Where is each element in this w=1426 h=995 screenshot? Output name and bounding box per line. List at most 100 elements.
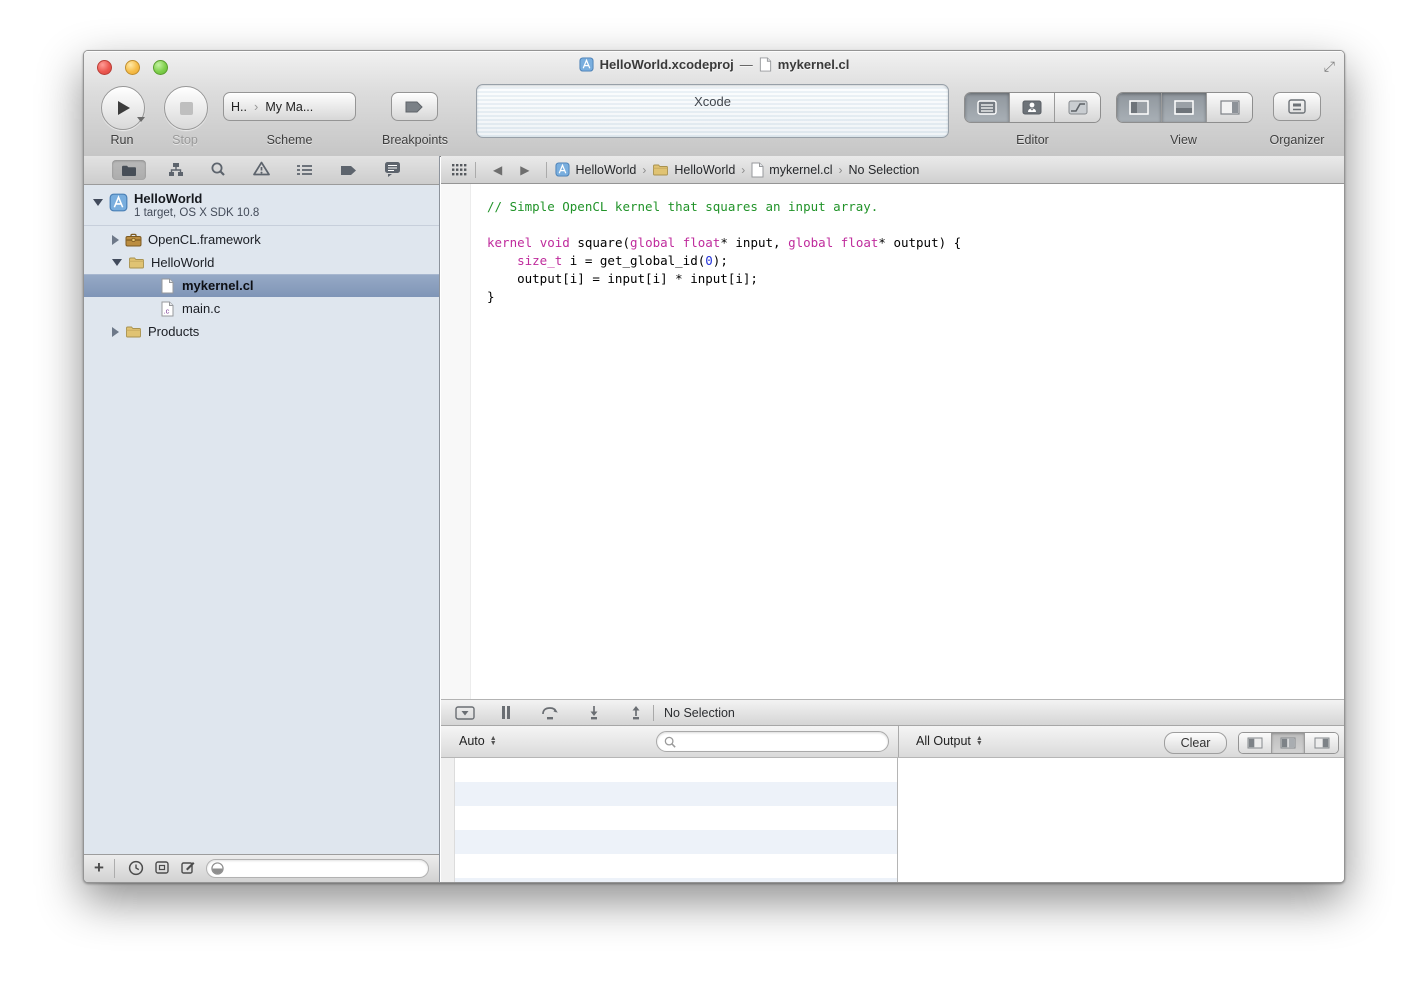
breadcrumb-label: No Selection bbox=[849, 163, 920, 177]
c-file-icon: .c bbox=[158, 301, 176, 317]
clear-console-button[interactable]: Clear bbox=[1164, 732, 1227, 754]
assistant-editor-button[interactable] bbox=[1010, 93, 1055, 122]
svg-text:.c: .c bbox=[163, 306, 169, 315]
console-view[interactable] bbox=[898, 758, 1344, 882]
standard-editor-button[interactable] bbox=[965, 93, 1010, 122]
variables-only-button[interactable] bbox=[1239, 733, 1272, 753]
breakpoint-gutter[interactable] bbox=[441, 184, 471, 699]
disclosure-triangle[interactable] bbox=[112, 327, 119, 337]
breakpoints-button[interactable] bbox=[391, 92, 438, 121]
split-view-button[interactable] bbox=[1272, 733, 1305, 753]
toggle-utilities-button[interactable] bbox=[1207, 93, 1252, 122]
scm-status-icon[interactable] bbox=[154, 860, 170, 875]
tree-item-main-c[interactable]: .cmain.c bbox=[84, 297, 439, 320]
add-icon[interactable]: + bbox=[94, 858, 104, 878]
project-icon bbox=[555, 162, 570, 177]
navigator-filter-field[interactable] bbox=[206, 859, 429, 878]
debug-navigator-tab[interactable] bbox=[296, 163, 313, 181]
breadcrumb-item[interactable]: HelloWorld bbox=[652, 163, 735, 177]
version-editor-button[interactable] bbox=[1055, 93, 1100, 122]
file-icon bbox=[751, 162, 764, 178]
debug-no-selection: No Selection bbox=[664, 706, 735, 720]
pause-button[interactable] bbox=[501, 706, 511, 719]
disclosure-triangle[interactable] bbox=[112, 259, 122, 266]
step-out-button[interactable] bbox=[629, 706, 643, 720]
run-dropdown-arrow[interactable] bbox=[137, 117, 145, 122]
source-editor[interactable]: // Simple OpenCL kernel that squares an … bbox=[441, 184, 1344, 699]
disclosure-triangle[interactable] bbox=[112, 235, 119, 245]
tree-item-products[interactable]: Products bbox=[84, 320, 439, 343]
project-navigator-tab[interactable] bbox=[112, 160, 146, 180]
breakpoint-navigator-tab[interactable] bbox=[340, 163, 357, 181]
run-button[interactable] bbox=[101, 86, 145, 130]
forward-button[interactable]: ▶ bbox=[511, 163, 538, 177]
tree-item-label: HelloWorld bbox=[151, 255, 214, 270]
hide-debug-area-button[interactable] bbox=[455, 706, 475, 720]
filter-input[interactable] bbox=[224, 861, 428, 877]
xcodeproj-icon bbox=[579, 57, 594, 72]
view-label: View bbox=[1116, 133, 1251, 147]
scheme-destination[interactable]: My Ma... bbox=[258, 100, 320, 114]
search-icon bbox=[664, 736, 676, 748]
debug-header-split bbox=[898, 726, 899, 757]
scope-dropdown-arrows: ▲▼ bbox=[490, 736, 497, 746]
standard-editor-icon bbox=[977, 100, 997, 115]
variables-view[interactable] bbox=[441, 758, 898, 882]
back-button[interactable]: ◀ bbox=[484, 163, 511, 177]
issue-navigator-icon bbox=[253, 161, 270, 176]
search-navigator-icon bbox=[210, 161, 226, 177]
variables-search-field[interactable] bbox=[656, 731, 889, 752]
symbol-navigator-tab[interactable] bbox=[168, 162, 184, 182]
stop-button[interactable] bbox=[164, 86, 208, 130]
console-only-button[interactable] bbox=[1305, 733, 1338, 753]
output-filter-value: All Output bbox=[916, 734, 971, 748]
recent-files-icon[interactable] bbox=[128, 860, 144, 876]
run-label: Run bbox=[101, 133, 143, 147]
folder-icon bbox=[127, 256, 145, 269]
variables-scope-value: Auto bbox=[459, 734, 485, 748]
folder-icon bbox=[124, 325, 142, 338]
tree-item-opencl-framework[interactable]: OpenCL.framework bbox=[84, 228, 439, 251]
search-navigator-tab[interactable] bbox=[210, 161, 226, 182]
window-title: HelloWorld.xcodeproj — mykernel.cl bbox=[84, 57, 1344, 72]
file-icon bbox=[158, 278, 176, 294]
activity-view: Xcode bbox=[476, 84, 949, 138]
breadcrumb-item[interactable]: mykernel.cl bbox=[751, 162, 832, 178]
log-navigator-tab[interactable] bbox=[384, 161, 401, 182]
related-items-icon[interactable] bbox=[452, 164, 467, 176]
breadcrumb-item[interactable]: HelloWorld bbox=[555, 162, 636, 177]
organizer-button[interactable] bbox=[1273, 92, 1321, 121]
breadcrumb-item[interactable]: No Selection bbox=[849, 163, 920, 177]
unsaved-files-icon[interactable] bbox=[180, 860, 196, 875]
output-filter-dropdown[interactable]: All Output ▲▼ bbox=[916, 734, 983, 748]
jumpbar-divider-2 bbox=[546, 162, 547, 178]
scheme-target[interactable]: H.. bbox=[224, 100, 254, 114]
navigator-filter-bar: + bbox=[84, 854, 439, 882]
view-control bbox=[1116, 92, 1253, 123]
breadcrumb: HelloWorld›HelloWorld›mykernel.cl›No Sel… bbox=[555, 162, 919, 178]
tree-item-helloworld[interactable]: HelloWorld bbox=[84, 251, 439, 274]
jumpbar-divider bbox=[475, 162, 476, 178]
toggle-navigator-button[interactable] bbox=[1117, 93, 1162, 122]
tree-item-label: Products bbox=[148, 324, 199, 339]
code-line bbox=[487, 216, 1334, 234]
debugbar-divider bbox=[653, 705, 654, 721]
project-row[interactable]: HelloWorld 1 target, OS X SDK 10.8 bbox=[84, 187, 439, 226]
step-over-button[interactable] bbox=[541, 706, 559, 720]
tree-item-mykernel-cl[interactable]: mykernel.cl bbox=[84, 274, 439, 297]
jump-bar: ◀ ▶ HelloWorld›HelloWorld›mykernel.cl›No… bbox=[441, 156, 1344, 184]
variables-search-input[interactable] bbox=[676, 734, 888, 750]
editor-label: Editor bbox=[964, 133, 1101, 147]
step-into-button[interactable] bbox=[587, 706, 601, 720]
version-editor-icon bbox=[1068, 100, 1088, 115]
project-navigator-icon bbox=[121, 164, 137, 177]
stop-label: Stop bbox=[164, 133, 206, 147]
issue-navigator-tab[interactable] bbox=[253, 161, 270, 181]
toggle-debug-area-button[interactable] bbox=[1162, 93, 1207, 122]
code-lines: // Simple OpenCL kernel that squares an … bbox=[487, 198, 1334, 306]
variables-scope-dropdown[interactable]: Auto ▲▼ bbox=[459, 734, 497, 748]
scheme-selector[interactable]: H.. › My Ma... bbox=[223, 92, 356, 121]
code-line: output[i] = input[i] * input[i]; bbox=[487, 270, 1334, 288]
project-disclosure[interactable] bbox=[93, 199, 103, 206]
fullscreen-icon[interactable]: ⤢ bbox=[1324, 58, 1335, 75]
